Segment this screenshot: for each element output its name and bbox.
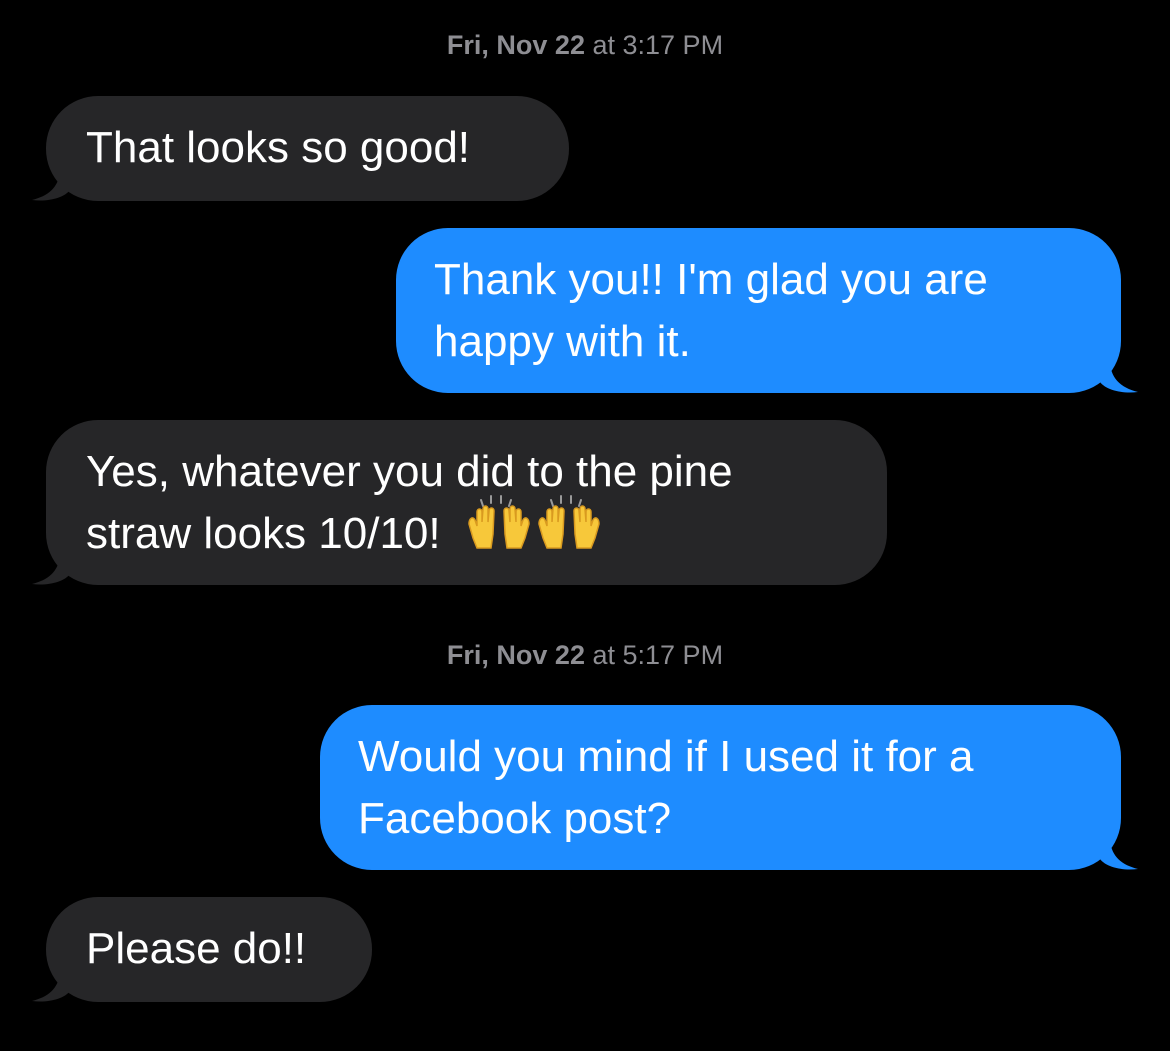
sent-message-bubble[interactable]: Would you mind if I used it for a Facebo… — [320, 705, 1121, 870]
timestamp-time: at 5:17 PM — [592, 640, 724, 670]
bubble-tail-icon — [1100, 831, 1138, 870]
message-text-line-2: Facebook post? — [358, 794, 672, 843]
timestamp-day: Fri, Nov 22 — [446, 30, 585, 60]
received-message-bubble[interactable]: Please do!! — [46, 897, 372, 1002]
message-text-line-1: Would you mind if I used it for a — [358, 732, 974, 781]
raising-hands-emoji-pair — [463, 494, 603, 569]
raising-hands-icon — [467, 494, 600, 549]
message-text-line-2: happy with it. — [434, 317, 691, 366]
bubble-tail-icon — [32, 162, 70, 201]
message-text-line-2: straw looks 10/10! — [86, 509, 441, 558]
message-text: Please do!! — [86, 924, 307, 973]
sent-message-bubble[interactable]: Thank you!! I'm glad you are happy with … — [396, 228, 1121, 393]
bubble-tail-icon — [1100, 354, 1138, 393]
timestamp-header: Fri, Nov 22 at 5:17 PM — [0, 640, 1170, 671]
bubble-tail-icon — [32, 963, 70, 1002]
message-text-line-1: Thank you!! I'm glad you are — [434, 255, 988, 304]
received-message-bubble[interactable]: That looks so good! — [46, 96, 569, 201]
timestamp-time: at 3:17 PM — [592, 30, 724, 60]
message-text-line-2-wrap: straw looks 10/10! — [86, 494, 887, 569]
received-message-bubble[interactable]: Yes, whatever you did to the pine straw … — [46, 420, 887, 585]
timestamp-day: Fri, Nov 22 — [446, 640, 585, 670]
timestamp-header: Fri, Nov 22 at 3:17 PM — [0, 30, 1170, 61]
bubble-tail-icon — [32, 546, 70, 585]
message-text: That looks so good! — [86, 123, 471, 172]
